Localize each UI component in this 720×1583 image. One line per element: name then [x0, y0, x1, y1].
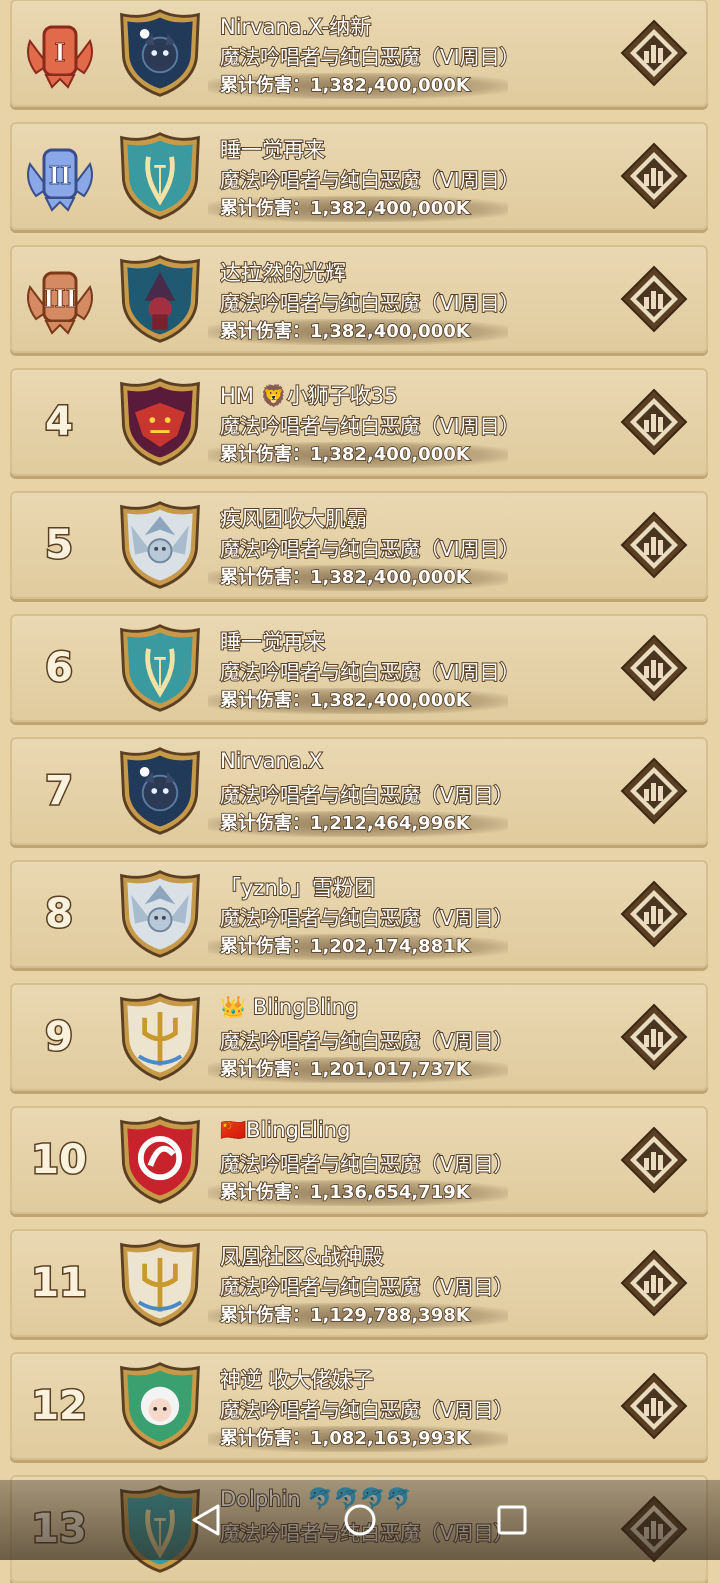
- guild-name: 达拉然的光辉: [220, 260, 347, 286]
- total-damage: 累计伤害：1,382,400,000K: [219, 443, 470, 466]
- winged-face-crest: [120, 501, 200, 589]
- stats-icon[interactable]: [618, 17, 690, 89]
- dark-beast-crest: [120, 747, 200, 835]
- leaderboard-row[interactable]: 4 HM 🦁小狮子收35 魔法吟唱者与纯白恶魔（VI周目） 累计伤害：1,382,4…: [10, 368, 708, 476]
- bronze-medal: III: [27, 271, 93, 335]
- trident-crest: [120, 1239, 200, 1327]
- stats-icon[interactable]: [618, 386, 690, 458]
- total-damage: 累计伤害：1,382,400,000K: [219, 197, 470, 220]
- boss-stage: 魔法吟唱者与纯白恶魔（VI周目）: [219, 659, 521, 685]
- total-damage: 累计伤害：1,082,163,993K: [219, 1427, 470, 1450]
- boss-stage: 魔法吟唱者与纯白恶魔（V周目）: [219, 1151, 515, 1177]
- recent-apps-icon[interactable]: [492, 1500, 532, 1540]
- rank-number: 5: [44, 521, 75, 570]
- leaderboard-row[interactable]: II 2 睡一觉再来魔法吟唱者与纯白恶魔（VI周目）累计伤害：1,382,400…: [10, 122, 708, 230]
- lyre-crest: [120, 132, 200, 220]
- rank-number: 12: [30, 1382, 89, 1431]
- home-icon[interactable]: [340, 1500, 380, 1540]
- boss-stage: 魔法吟唱者与纯白恶魔（V周目）: [219, 1274, 515, 1300]
- leaderboard-row[interactable]: III 3 达拉然的光辉魔法吟唱者与纯白恶魔（VI周目）累计伤害：1,382,4…: [10, 245, 708, 353]
- stats-icon[interactable]: [618, 509, 690, 581]
- back-icon[interactable]: [188, 1500, 228, 1540]
- stats-icon[interactable]: [618, 140, 690, 212]
- red-dragon-crest: [120, 1116, 200, 1204]
- total-damage: 累计伤害：1,382,400,000K: [219, 320, 470, 343]
- leaderboard-row[interactable]: 8 「yznb」雪粉团魔法吟唱者与纯白恶魔（V周目） 累计伤害：1,202,174…: [10, 860, 708, 968]
- rank-number: 7: [44, 767, 75, 816]
- total-damage: 累计伤害：1,382,400,000K: [219, 566, 470, 589]
- guild-name: 神逆 收大佬妹子: [220, 1367, 375, 1393]
- stats-icon[interactable]: [618, 1001, 690, 1073]
- leaderboard-row[interactable]: 10 🇨🇳BlingEling 魔法吟唱者与纯白恶魔（V周目） 累计伤害：1,136…: [10, 1106, 708, 1214]
- rank-number: 10: [30, 1136, 89, 1185]
- android-nav-bar: [0, 1480, 720, 1560]
- rank-number: 6: [44, 644, 75, 693]
- stats-icon[interactable]: [618, 1247, 690, 1319]
- boss-stage: 魔法吟唱者与纯白恶魔（VI周目）: [219, 290, 521, 316]
- boss-stage: 魔法吟唱者与纯白恶魔（VI周目）: [219, 167, 521, 193]
- svg-text:II: II: [49, 161, 71, 190]
- boss-stage: 魔法吟唱者与纯白恶魔（VI周目）: [219, 413, 521, 439]
- boss-stage: 魔法吟唱者与纯白恶魔（V周目）: [219, 782, 515, 808]
- guild-name: 🇨🇳BlingEling: [220, 1118, 351, 1143]
- girl-crest: [120, 1362, 200, 1450]
- total-damage: 累计伤害：1,382,400,000K: [219, 74, 470, 97]
- leaderboard-row[interactable]: I 1 Nirvana.X-纳新魔法吟唱者与纯白恶魔（VI周目）累计伤害：1,3…: [10, 0, 708, 107]
- stats-icon[interactable]: [618, 755, 690, 827]
- stats-icon[interactable]: [618, 263, 690, 335]
- total-damage: 累计伤害：1,201,017,737K: [219, 1058, 470, 1081]
- total-damage: 累计伤害：1,202,174,881K: [219, 935, 470, 958]
- guild-name: 疾风团收大肌霸: [220, 506, 368, 532]
- gold-medal: I: [27, 25, 93, 89]
- stats-icon[interactable]: [618, 1124, 690, 1196]
- total-damage: 累计伤害：1,136,654,719K: [219, 1181, 470, 1204]
- total-damage: 累计伤害：1,129,788,398K: [219, 1304, 470, 1327]
- total-damage: 累计伤害：1,212,464,996K: [219, 812, 470, 835]
- total-damage: 累计伤害：1,382,400,000K: [219, 689, 470, 712]
- silver-medal: II: [27, 148, 93, 212]
- dragon-crest: [120, 378, 200, 466]
- guild-name: Nirvana.X-纳新: [220, 14, 372, 40]
- rank-number: 8: [44, 890, 75, 939]
- stats-icon[interactable]: [618, 878, 690, 950]
- guild-name: 凤凰社区&战神殿: [220, 1244, 384, 1270]
- stats-icon[interactable]: [618, 632, 690, 704]
- rank-number: 4: [44, 398, 75, 447]
- leaderboard-row[interactable]: 6 睡一觉再来魔法吟唱者与纯白恶魔（VI周目） 累计伤害：1,382,400,00…: [10, 614, 708, 722]
- leaderboard-row[interactable]: 5 疾风团收大肌霸魔法吟唱者与纯白恶魔（VI周目） 累计伤害：1,382,400,…: [10, 491, 708, 599]
- boss-stage: 魔法吟唱者与纯白恶魔（VI周目）: [219, 44, 521, 70]
- guild-name: 睡一觉再来: [220, 137, 326, 163]
- boss-stage: 魔法吟唱者与纯白恶魔（V周目）: [219, 1397, 515, 1423]
- dark-beast-crest: [120, 9, 200, 97]
- boss-stage: 魔法吟唱者与纯白恶魔（VI周目）: [219, 536, 521, 562]
- boss-stage: 魔法吟唱者与纯白恶魔（V周目）: [219, 905, 515, 931]
- leaderboard-row[interactable]: 11 凤凰社区&战神殿魔法吟唱者与纯白恶魔（V周目） 累计伤害：1,129,788…: [10, 1229, 708, 1337]
- leaderboard-row[interactable]: 7 Nirvana.X 魔法吟唱者与纯白恶魔（V周目） 累计伤害：1,212,464…: [10, 737, 708, 845]
- lyre-crest: [120, 624, 200, 712]
- rank-number: 9: [44, 1013, 75, 1062]
- leaderboard-row[interactable]: 9 👑 BlingBling 魔法吟唱者与纯白恶魔（V周目） 累计伤害：1,201,…: [10, 983, 708, 1091]
- guild-name: 睡一觉再来: [220, 629, 326, 655]
- svg-text:III: III: [43, 284, 77, 313]
- guild-name: 👑 BlingBling: [220, 995, 359, 1020]
- guild-name: 「yznb」雪粉团: [220, 875, 376, 901]
- witch-crest: [120, 255, 200, 343]
- guild-name: Nirvana.X: [220, 749, 324, 774]
- rank-number: 11: [30, 1259, 89, 1308]
- svg-text:I: I: [54, 38, 65, 67]
- guild-name: HM 🦁小狮子收35: [220, 383, 398, 409]
- boss-stage: 魔法吟唱者与纯白恶魔（V周目）: [219, 1028, 515, 1054]
- stats-icon[interactable]: [618, 1370, 690, 1442]
- leaderboard-row[interactable]: 12 神逆 收大佬妹子魔法吟唱者与纯白恶魔（V周目） 累计伤害：1,082,163…: [10, 1352, 708, 1460]
- winged-face-crest: [120, 870, 200, 958]
- trident-crest: [120, 993, 200, 1081]
